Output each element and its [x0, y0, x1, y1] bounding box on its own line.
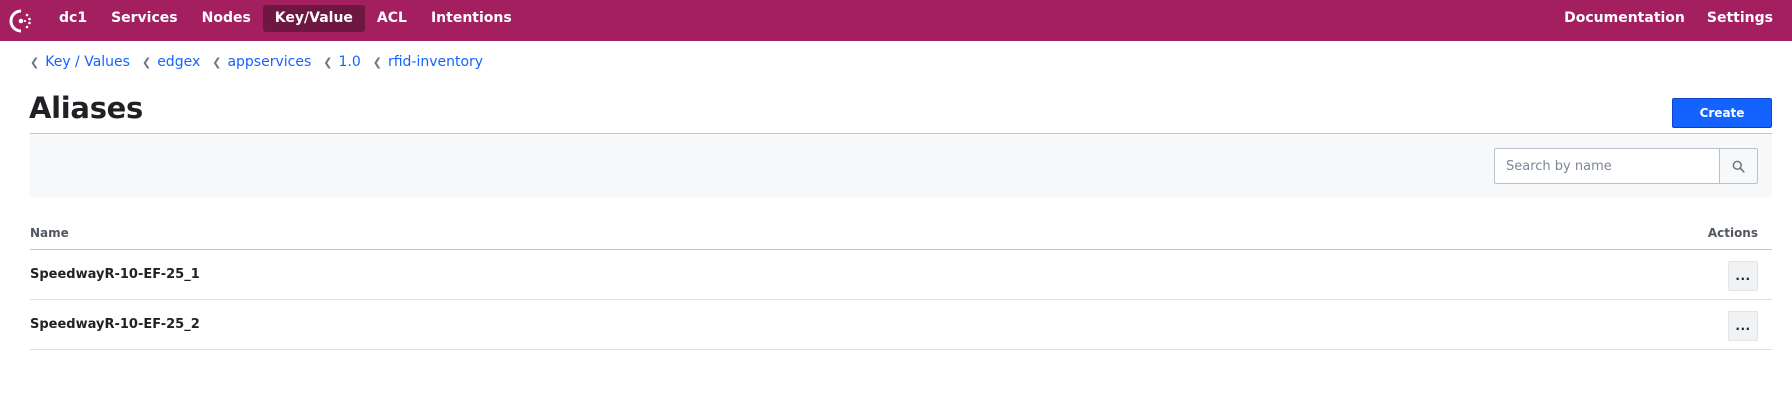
breadcrumb-item-key-values[interactable]: ❮ Key / Values [30, 54, 130, 70]
search-icon [1732, 160, 1745, 173]
breadcrumb-item-appservices[interactable]: ❮ appservices [212, 54, 311, 70]
chevron-left-icon: ❮ [212, 55, 222, 69]
breadcrumb: ❮ Key / Values ❮ edgex ❮ appservices ❮ 1… [30, 54, 495, 70]
table-row[interactable]: SpeedwayR-10-EF-25_1 ... [30, 250, 1772, 300]
search-box [1494, 148, 1758, 184]
breadcrumb-label: rfid-inventory [387, 54, 484, 70]
search-button[interactable] [1719, 148, 1758, 184]
create-button[interactable]: Create [1672, 98, 1772, 128]
table-header: Name Actions [30, 222, 1772, 250]
column-header-actions: Actions [1707, 226, 1758, 240]
column-header-name: Name [30, 226, 69, 240]
consul-logo-icon[interactable] [8, 8, 34, 34]
chevron-left-icon: ❮ [141, 55, 152, 69]
breadcrumb-item-version[interactable]: ❮ 1.0 [323, 54, 360, 70]
breadcrumb-label: 1.0 [338, 54, 361, 70]
nav-main-links: dc1 Services Nodes Key/Value ACL Intenti… [47, 5, 524, 32]
breadcrumb-label: Key / Values [45, 54, 130, 70]
breadcrumb-item-rfid-inventory[interactable]: ❮ rfid-inventory [373, 54, 483, 70]
nav-item-services[interactable]: Services [99, 5, 190, 32]
chevron-left-icon: ❮ [372, 55, 382, 69]
datacenter-selector[interactable]: dc1 [47, 5, 99, 32]
kv-table: Name Actions SpeedwayR-10-EF-25_1 ... Sp… [30, 222, 1772, 350]
nav-item-intentions[interactable]: Intentions [419, 5, 524, 32]
more-icon: ... [1735, 319, 1751, 333]
top-navigation: dc1 Services Nodes Key/Value ACL Intenti… [0, 0, 1792, 41]
row-name[interactable]: SpeedwayR-10-EF-25_2 [30, 317, 200, 332]
nav-item-acl[interactable]: ACL [365, 5, 419, 32]
breadcrumb-label: edgex [157, 54, 201, 70]
search-input[interactable] [1494, 148, 1720, 184]
chevron-left-icon: ❮ [323, 55, 333, 69]
nav-item-settings[interactable]: Settings [1696, 5, 1784, 32]
nav-item-key-value[interactable]: Key/Value [262, 5, 365, 32]
nav-item-documentation[interactable]: Documentation [1553, 5, 1696, 32]
page-title: Aliases [29, 91, 143, 125]
row-name[interactable]: SpeedwayR-10-EF-25_1 [30, 267, 200, 282]
table-row[interactable]: SpeedwayR-10-EF-25_2 ... [30, 300, 1772, 350]
filter-bar [30, 133, 1772, 197]
chevron-left-icon: ❮ [30, 55, 40, 69]
nav-secondary-links: Documentation Settings [1553, 5, 1784, 32]
more-icon: ... [1735, 269, 1751, 283]
breadcrumb-item-edgex[interactable]: ❮ edgex [142, 54, 200, 70]
row-actions-button[interactable]: ... [1728, 311, 1758, 341]
nav-item-nodes[interactable]: Nodes [190, 5, 263, 32]
row-actions-button[interactable]: ... [1728, 261, 1758, 291]
breadcrumb-label: appservices [227, 54, 312, 70]
